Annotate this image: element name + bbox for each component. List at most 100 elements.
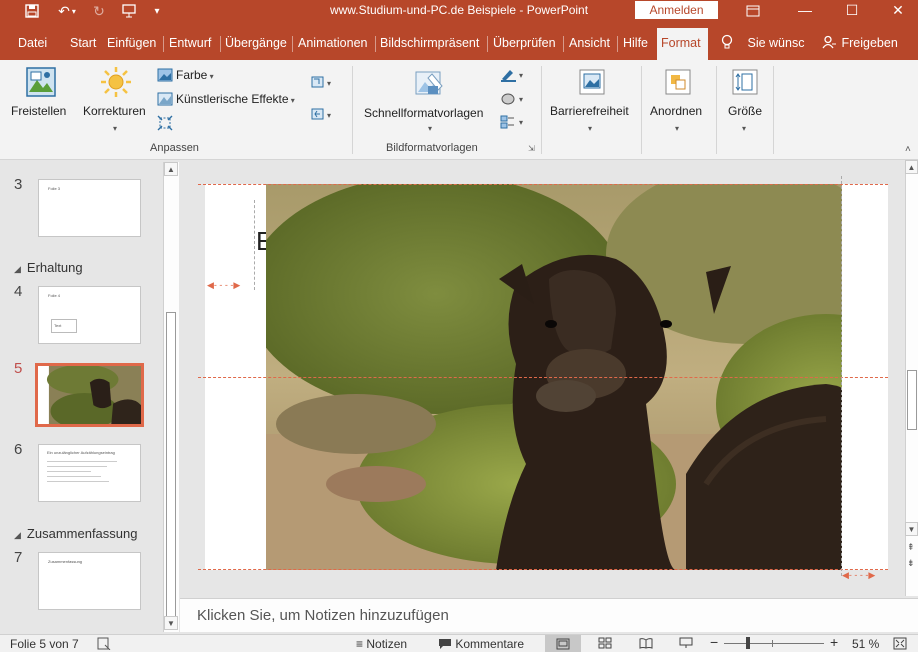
slide-thumbnail-4[interactable]: Folie 4 Text	[38, 286, 141, 344]
slide-sorter-icon[interactable]	[598, 637, 612, 652]
slide-number: 3	[14, 176, 23, 193]
color-icon[interactable]	[157, 68, 173, 85]
zoom-level[interactable]: 51 %	[852, 637, 879, 651]
zoom-slider-thumb[interactable]	[746, 637, 750, 649]
slide-thumbnail-3[interactable]: Folie 3	[38, 179, 141, 237]
artistic-effects-icon[interactable]	[157, 92, 173, 109]
sign-in-button[interactable]: Anmelden	[635, 1, 718, 19]
notes-pane[interactable]: Klicken Sie, um Notizen hinzuzufügen	[180, 598, 918, 632]
tab-start[interactable]: Start	[66, 30, 100, 56]
save-icon[interactable]	[22, 2, 42, 20]
close-button[interactable]: ✕	[878, 0, 918, 22]
collapse-ribbon-icon[interactable]: ˄	[905, 144, 911, 155]
tab-einfuegen[interactable]: Einfügen	[103, 30, 160, 56]
kuenstlerische-effekte-button[interactable]: Künstlerische Effekte ▾	[176, 92, 295, 106]
scrollbar-thumb[interactable]	[166, 312, 176, 622]
zoom-out-button[interactable]: −	[710, 634, 718, 650]
chevron-down-icon[interactable]: ▾	[675, 124, 679, 133]
fit-to-window-icon[interactable]	[893, 637, 907, 652]
scroll-down-icon[interactable]: ▼	[905, 522, 918, 536]
thumbnail-line	[47, 476, 101, 477]
chevron-down-icon[interactable]: ▾	[742, 124, 746, 133]
section-label: Zusammenfassung	[26, 526, 138, 541]
svg-text:▾: ▾	[327, 111, 331, 120]
notes-label: Notizen	[366, 637, 408, 651]
farbe-button[interactable]: Farbe ▾	[176, 68, 214, 82]
groesse-button[interactable]: Größe	[728, 104, 762, 118]
picture-border-icon[interactable]: ▾	[500, 68, 528, 85]
alt-text-icon[interactable]	[578, 68, 606, 99]
dialog-launcher-icon[interactable]: ⇲	[528, 144, 535, 153]
slide-thumbnail-6[interactable]: Ein unzulänglicher Aufzählungseintrag	[38, 444, 141, 502]
chevron-down-icon[interactable]: ▾	[428, 124, 432, 133]
ribbon-display-options-icon[interactable]	[733, 0, 773, 22]
tab-datei[interactable]: Datei	[14, 30, 51, 56]
reading-view-icon[interactable]	[639, 637, 653, 652]
tab-separator	[292, 36, 293, 52]
tab-animationen[interactable]: Animationen	[294, 30, 372, 56]
picture-layout-icon[interactable]: ▾	[500, 115, 528, 132]
tab-hilfe[interactable]: Hilfe	[619, 30, 652, 56]
previous-slide-icon[interactable]: ⇞	[907, 542, 915, 553]
arrange-icon[interactable]	[664, 68, 692, 99]
chevron-down-icon[interactable]: ▾	[113, 124, 117, 133]
zoom-slider-track[interactable]	[724, 643, 824, 644]
size-icon[interactable]	[731, 68, 759, 99]
tab-format[interactable]: Format	[657, 28, 708, 60]
tab-separator	[163, 36, 164, 52]
remove-background-icon[interactable]	[25, 66, 57, 101]
maximize-button[interactable]: ☐	[832, 0, 872, 22]
notes-button[interactable]: ≡ Notizen	[356, 637, 407, 651]
section-header-zusammenfassung[interactable]: ◢ Zusammenfassung	[14, 526, 137, 541]
share-button[interactable]: Freigeben	[818, 30, 902, 56]
scroll-up-icon[interactable]: ▲	[905, 160, 918, 174]
ribbon-tabs: Datei Start Einfügen Entwurf Übergänge A…	[0, 22, 918, 60]
anordnen-button[interactable]: Anordnen	[650, 104, 702, 118]
tab-bildschirmpraesentation[interactable]: Bildschirmpräsent	[376, 30, 483, 56]
scrollbar-thumb[interactable]	[907, 370, 917, 430]
thumbnail-scrollbar[interactable]: ▲ ▼	[163, 162, 179, 632]
thumbnail-text: Ein unzulänglicher Aufzählungseintrag	[47, 450, 115, 455]
chevron-down-icon[interactable]: ▾	[588, 124, 592, 133]
person-icon	[822, 35, 836, 49]
slide-thumbnails-panel[interactable]: 3 Folie 3 ◢ Erhaltung 4 Folie 4 Text 5 6 …	[0, 160, 180, 634]
zoom-in-button[interactable]: +	[830, 634, 838, 650]
tab-separator	[563, 36, 564, 52]
change-picture-icon[interactable]: ▾	[311, 76, 337, 93]
slide-scrollbar[interactable]: ▲ ▼ ⇞ ⇟	[905, 160, 918, 596]
normal-view-button[interactable]	[545, 635, 581, 652]
minimize-button[interactable]: —	[785, 0, 825, 22]
notes-icon: ≡	[356, 637, 364, 651]
scroll-down-icon[interactable]: ▼	[164, 616, 178, 630]
group-label-bildformatvorlagen: Bildformatvorlagen	[386, 142, 478, 154]
undo-icon[interactable]: ↶ ▾	[52, 2, 82, 20]
scroll-up-icon[interactable]: ▲	[164, 162, 178, 176]
customize-toolbar-icon[interactable]: ▾	[150, 2, 164, 20]
thumbnail-text: Folie 4	[48, 293, 61, 298]
collapse-triangle-icon: ◢	[14, 530, 21, 540]
next-slide-icon[interactable]: ⇟	[907, 558, 915, 569]
redo-icon[interactable]: ↻	[90, 2, 108, 20]
compress-pictures-icon[interactable]	[157, 115, 173, 134]
tab-uebergaenge[interactable]: Übergänge	[221, 30, 291, 56]
schnellformatvorlagen-button[interactable]: Schnellformatvorlagen	[364, 106, 483, 120]
comments-button[interactable]: Kommentare	[438, 637, 524, 651]
tell-me-search[interactable]: Sie wünsc	[716, 30, 808, 56]
quick-styles-icon[interactable]	[414, 68, 446, 103]
picture-effects-icon[interactable]: ▾	[500, 92, 528, 109]
section-header-erhaltung[interactable]: ◢ Erhaltung	[14, 260, 83, 275]
barrierefreiheit-button[interactable]: Barrierefreiheit	[550, 104, 629, 118]
corrections-icon[interactable]	[100, 66, 132, 101]
tab-ueberpruefen[interactable]: Überprüfen	[489, 30, 560, 56]
slide-thumbnail-5[interactable]	[35, 363, 144, 427]
slide-thumbnail-7[interactable]: Zusammenfassung	[38, 552, 141, 610]
freistellen-button[interactable]: Freistellen	[11, 104, 66, 118]
slideshow-icon[interactable]	[679, 637, 693, 652]
korrekturen-button[interactable]: Korrekturen	[83, 104, 146, 118]
notes-placeholder[interactable]: Klicken Sie, um Notizen hinzuzufügen	[197, 607, 449, 624]
tab-ansicht[interactable]: Ansicht	[565, 30, 614, 56]
accessibility-check-icon[interactable]	[97, 637, 111, 652]
reset-picture-icon[interactable]: ▾	[311, 108, 337, 125]
tab-entwurf[interactable]: Entwurf	[165, 30, 215, 56]
present-from-start-icon[interactable]	[118, 2, 140, 20]
